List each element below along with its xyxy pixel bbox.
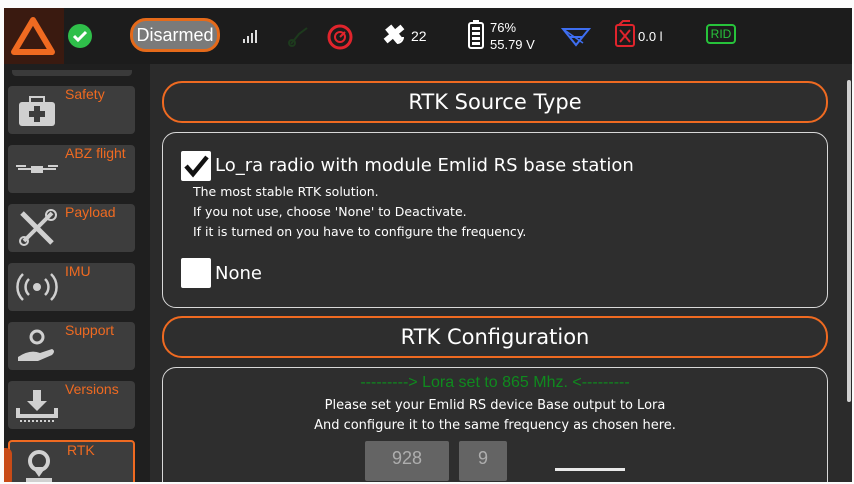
sidebar-item-abz-flight[interactable]: ABZ flight [8,145,135,193]
sidebar-item-versions[interactable]: Versions [8,381,135,429]
frequency-decimal-field[interactable]: 9 [459,441,507,481]
sidebar-item-payload[interactable]: Payload [8,204,135,252]
sidebar-item-label: Safety [65,86,105,102]
rtk-source-header: RTK Source Type [162,81,828,123]
sidebar-item-rtk[interactable]: RTK [8,440,135,482]
rtk-config-panel: ---------> Lora set to 865 Mhz. <-------… [162,367,828,482]
tank-level: 0.0 l [638,28,663,44]
fuel-status[interactable]: 0.0 l [614,8,663,64]
sidebar-item-label: IMU [65,263,91,279]
settings-sidebar: Safety ABZ flight Payload IMU Support Ve… [4,64,150,482]
support-hand-icon [14,327,60,365]
lora-option-desc-1: The most stable RTK solution. [193,184,379,199]
first-aid-kit-icon [14,91,60,129]
frequency-main-field[interactable]: 928 [365,441,449,481]
download-tray-icon [14,386,60,424]
app-logo-icon[interactable] [4,8,64,64]
lora-option-desc-2: If you not use, choose 'None' to Deactiv… [193,204,467,219]
gps-satellite-icon [381,21,407,51]
battery-percent: 76% [490,20,517,35]
battery-icon [468,19,484,53]
drone-icon [14,150,60,188]
sidebar-item-support[interactable]: Support [8,322,135,370]
none-option-label[interactable]: None [215,263,262,284]
config-info-line-2: And configure it to the same frequency a… [314,418,676,433]
battery-status[interactable]: 76% 55.79 V [468,8,535,64]
mission-icon[interactable] [561,8,591,64]
rtk-source-panel: Lo_ra radio with module Emlid RS base st… [162,132,828,308]
sidebar-item-imu[interactable]: IMU [8,263,135,311]
rtk-config-header: RTK Configuration [162,316,828,358]
gps-status[interactable]: 22 [381,8,427,64]
sidebar-item-partial[interactable] [12,70,132,76]
main-scrollbar[interactable] [847,80,851,402]
arm-state-button[interactable]: Disarmed [130,18,220,52]
lora-option-checkbox[interactable] [181,151,211,181]
compass-timer-icon[interactable] [326,8,354,64]
sidebar-item-label: Versions [65,381,119,397]
none-option-checkbox[interactable] [181,258,211,288]
lora-option-desc-3: If it is turned on you have to configure… [193,224,527,239]
lora-option-label[interactable]: Lo_ra radio with module Emlid RS base st… [215,155,634,176]
fuel-can-icon [614,20,636,52]
sidebar-item-label: RTK [67,442,95,458]
sidebar-scroll-indicator [4,448,12,482]
apply-button-partial[interactable] [555,468,625,471]
top-bar: Disarmed 22 76% 55.79 V 0.0 l RID [4,8,852,64]
status-ok-icon[interactable] [68,24,92,48]
app-screen: Disarmed 22 76% 55.79 V 0.0 l RID Safety… [4,8,852,482]
sidebar-item-safety[interactable]: Safety [8,86,135,134]
rc-link-icon [287,8,309,64]
config-info-line-1: Please set your Emlid RS device Base out… [324,398,666,413]
sidebar-item-label: Support [65,322,115,338]
broadcast-icon [14,268,60,306]
battery-voltage: 55.79 V [490,37,535,52]
signal-bars-icon [242,8,260,64]
remote-id-badge[interactable]: RID [706,24,736,44]
tools-icon [14,209,60,247]
satellite-count: 22 [411,28,427,44]
lora-frequency-status: ---------> Lora set to 865 Mhz. <-------… [360,374,630,391]
sidebar-item-label: Payload [65,204,116,220]
location-icon [16,447,62,482]
sidebar-item-label: ABZ flight [65,145,126,161]
